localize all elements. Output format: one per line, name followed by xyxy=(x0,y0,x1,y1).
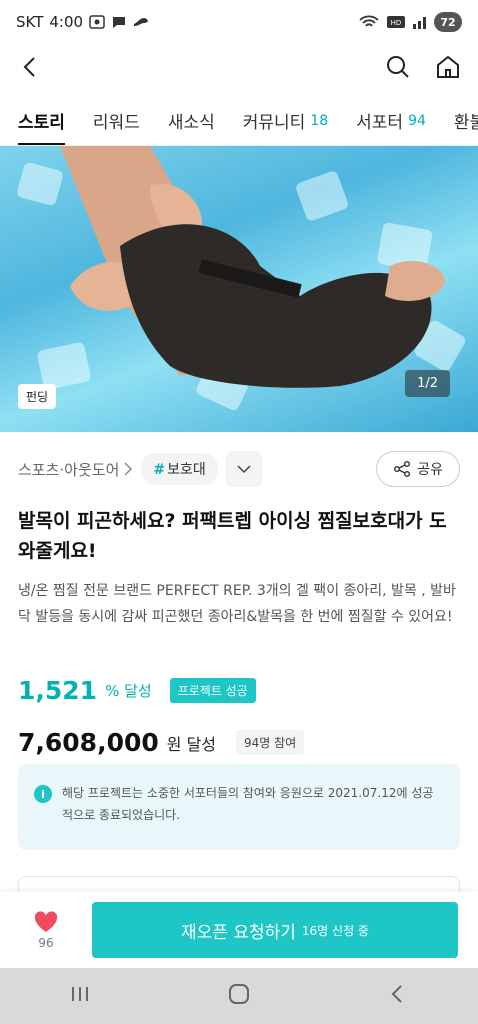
project-title: 발목이 피곤하세요? 퍼팩트렙 아이싱 찜질보호대가 도와줄게요! xyxy=(18,510,447,562)
tab-count: 94 xyxy=(408,112,426,129)
image-pager: 1/2 xyxy=(405,370,450,397)
info-icon: i xyxy=(34,785,52,803)
notice-text: 해당 프로젝트는 소중한 서포터들의 참여와 응원으로 2021.07.12에 … xyxy=(62,786,434,822)
amount-unit: 원 달성 xyxy=(166,734,217,754)
top-nav xyxy=(0,44,478,90)
category-row: 스포츠·아웃도어 # 보호대 공유 xyxy=(18,450,460,488)
tab-bar: 스토리 리워드 새소식 커뮤니티18 서포터94 환불 xyxy=(0,96,478,146)
hero-image[interactable]: 펀딩 1/2 xyxy=(0,146,478,432)
tab-refund[interactable]: 환불 xyxy=(453,96,478,145)
hashtag-label: 보호대 xyxy=(167,462,206,478)
svg-text:HD: HD xyxy=(391,19,402,27)
share-icon xyxy=(394,461,411,477)
carrier-label: SKT xyxy=(16,13,44,31)
amount-row: 7,608,000 원 달성 94명 참여 xyxy=(18,728,305,757)
heart-icon xyxy=(34,911,58,932)
tab-reward[interactable]: 리워드 xyxy=(92,96,140,145)
bottom-action-bar: 96 재오픈 요청하기 16명 신청 중 xyxy=(0,892,478,968)
home-circle-icon xyxy=(228,984,249,1004)
status-right: HD 72 xyxy=(358,12,462,32)
tab-label: 커뮤니티 xyxy=(242,113,306,133)
system-nav-bar xyxy=(0,968,478,1024)
search-icon xyxy=(387,56,409,78)
cta-sub-label: 16명 신청 중 xyxy=(301,923,369,938)
like-button[interactable]: 96 xyxy=(0,910,92,950)
system-back-button[interactable] xyxy=(387,983,409,1009)
funding-badge: 펀딩 xyxy=(18,384,57,409)
home-nav-button[interactable] xyxy=(228,983,250,1009)
category-link[interactable]: 스포츠·아웃도어 xyxy=(18,459,133,480)
tab-label: 환불 xyxy=(453,113,478,133)
recent-apps-button[interactable] xyxy=(69,984,91,1008)
clock: 4:00 xyxy=(49,13,84,31)
status-left: SKT 4:00 xyxy=(16,13,149,31)
tag-dropdown-button[interactable] xyxy=(225,451,262,487)
reopen-request-button[interactable]: 재오픈 요청하기 16명 신청 중 xyxy=(92,902,458,958)
recent-apps-icon xyxy=(71,987,88,1001)
rate-unit: % 달성 xyxy=(105,682,152,700)
tab-label: 새소식 xyxy=(167,113,215,133)
share-label: 공유 xyxy=(417,462,443,478)
screenshot-icon xyxy=(89,15,105,29)
home-icon xyxy=(437,55,459,78)
category-label: 스포츠·아웃도어 xyxy=(18,460,120,479)
funded-amount: 7,608,000 xyxy=(18,728,159,757)
chevron-down-icon xyxy=(237,465,251,474)
tab-supporter[interactable]: 서포터 94 xyxy=(356,96,426,145)
hd-voice-icon: HD xyxy=(387,16,405,28)
search-button[interactable] xyxy=(384,53,412,81)
wifi-icon xyxy=(359,15,379,27)
chevron-left-icon xyxy=(23,57,35,77)
cta-label: 재오픈 요청하기 xyxy=(181,922,296,943)
status-badge: 프로젝트 성공 xyxy=(169,678,256,703)
tab-label: 리워드 xyxy=(92,113,140,133)
tab-community[interactable]: 커뮤니티 18 xyxy=(242,96,329,145)
tab-news[interactable]: 새소식 xyxy=(167,96,215,145)
status-bar: SKT 4:00 HD 72 xyxy=(0,0,478,44)
participants-badge: 94명 참여 xyxy=(236,730,305,755)
back-arrow-icon xyxy=(391,985,403,1003)
chevron-right-icon xyxy=(124,462,133,476)
message-icon xyxy=(113,17,126,28)
tab-story[interactable]: 스토리 xyxy=(18,96,65,145)
back-button[interactable] xyxy=(16,53,44,81)
like-count: 96 xyxy=(38,936,54,950)
completion-notice: i 해당 프로젝트는 소중한 서포터들의 참여와 응원으로 2021.07.12… xyxy=(18,764,460,850)
hash-symbol: # xyxy=(153,462,166,478)
achievement-rate: 1,521 xyxy=(18,676,98,705)
share-button[interactable]: 공유 xyxy=(376,451,460,487)
hashtag-chip[interactable]: # 보호대 xyxy=(141,453,218,485)
signal-icon xyxy=(413,17,426,29)
tab-count: 18 xyxy=(310,112,329,129)
tab-label: 서포터 xyxy=(356,113,404,133)
battery-indicator: 72 xyxy=(434,12,462,32)
home-button[interactable] xyxy=(434,53,462,81)
achievement-rate-row: 1,521 % 달성 프로젝트 성공 xyxy=(18,676,256,705)
app-notification-icon xyxy=(134,18,149,26)
tab-label: 스토리 xyxy=(18,113,65,133)
project-description: 냉/온 찜질 전문 브랜드 PERFECT REP. 3개의 겔 팩이 종아리,… xyxy=(18,583,456,625)
